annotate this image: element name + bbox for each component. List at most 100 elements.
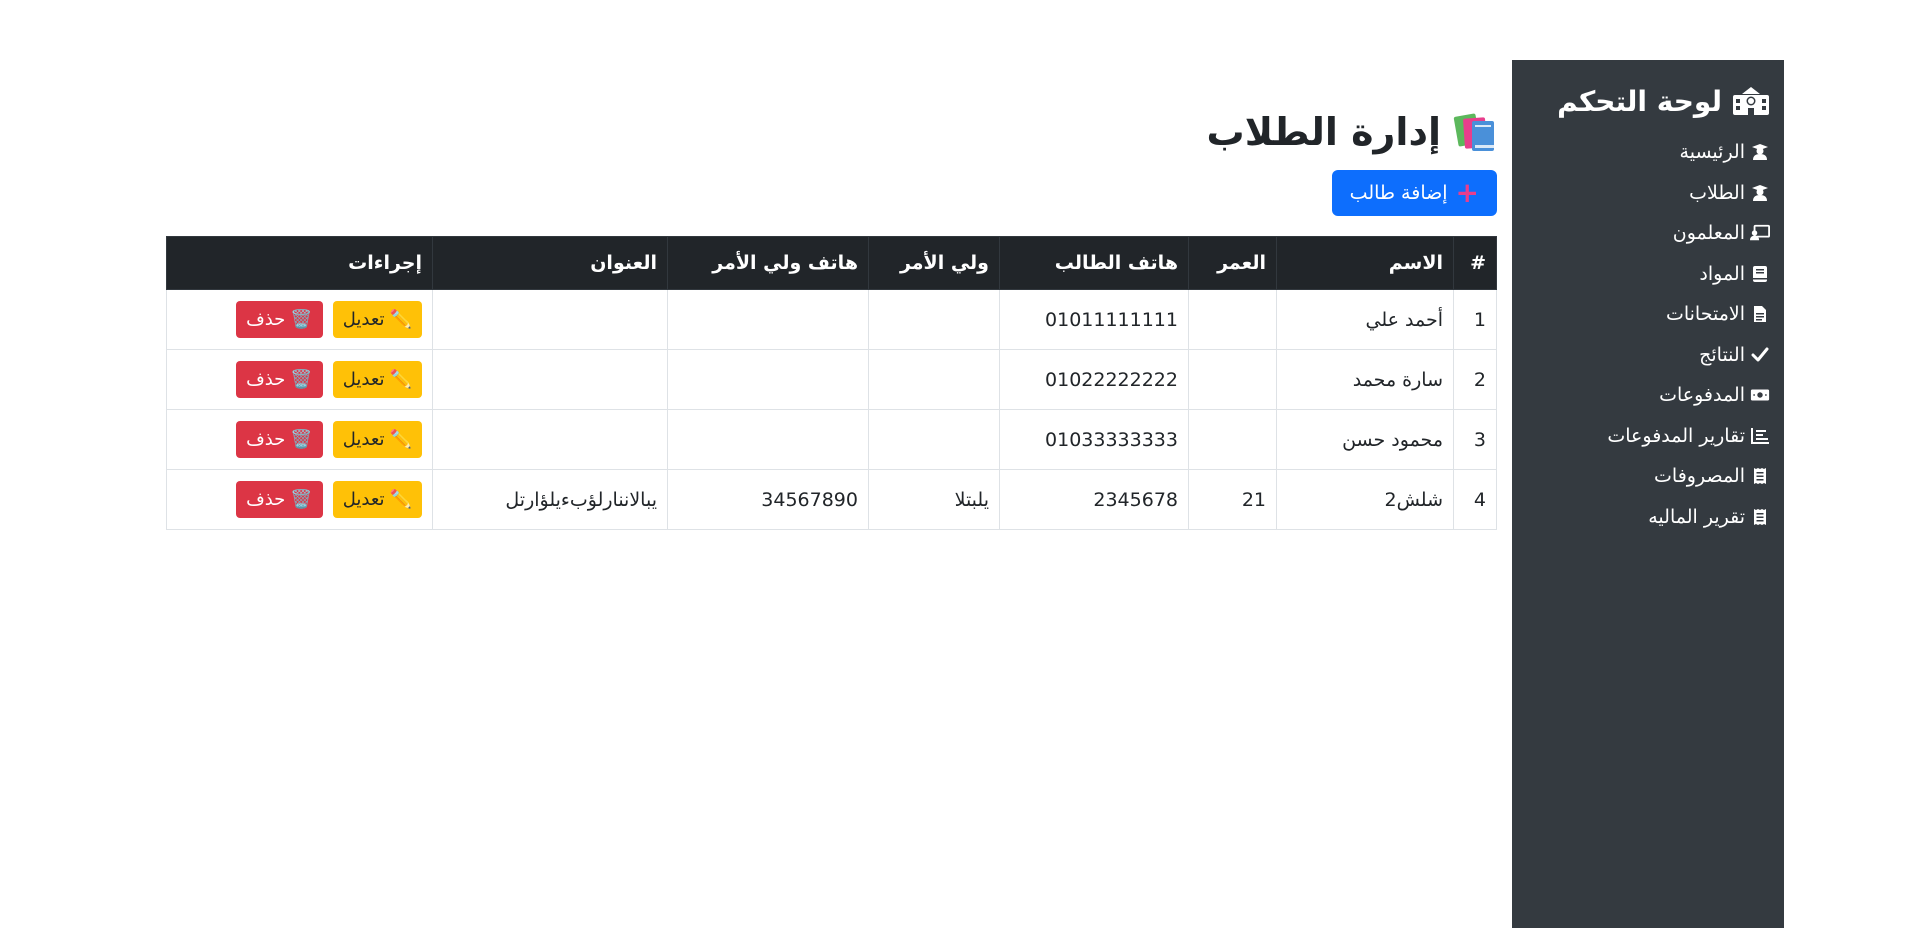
edit-button[interactable]: ✏️ تعديل <box>332 301 422 338</box>
cell-index: 4 <box>1453 469 1497 530</box>
main-content: إدارة الطلاب + إضافة طالب # الاسم العمر … <box>166 100 1497 530</box>
col-header-guardian[interactable]: ولي الأمر <box>868 236 1000 290</box>
cell-name: شلش2 <box>1276 469 1454 530</box>
pencil-icon: ✏️ <box>389 489 412 510</box>
sidebar-item-financial-report[interactable]: تقرير الماليه <box>1526 497 1770 538</box>
sidebar-item-teachers[interactable]: المعلمون <box>1526 213 1770 254</box>
cell-age <box>1188 289 1277 350</box>
delete-label: حذف <box>246 429 286 450</box>
sidebar-item-label: الامتحانات <box>1665 303 1745 326</box>
col-header-age[interactable]: العمر <box>1188 236 1277 290</box>
graduate-icon <box>1750 142 1770 162</box>
cell-name: محمود حسن <box>1276 409 1454 470</box>
trash-icon: 🗑️ <box>290 489 313 510</box>
sidebar-item-label: تقارير المدفوعات <box>1607 424 1745 447</box>
table-row: 4 شلش2 21 2345678 يلبتلا 34567890 يباﻻنن… <box>166 469 1497 530</box>
edit-button[interactable]: ✏️ تعديل <box>332 361 422 398</box>
sidebar-item-results[interactable]: النتائج <box>1526 335 1770 376</box>
check-icon <box>1750 345 1770 365</box>
trash-icon: 🗑️ <box>290 309 313 330</box>
sidebar-item-subjects[interactable]: المواد <box>1526 254 1770 295</box>
sidebar-item-payment-reports[interactable]: تقارير المدفوعات <box>1526 416 1770 457</box>
trash-icon: 🗑️ <box>290 369 313 390</box>
sidebar-item-label: المدفوعات <box>1659 384 1745 407</box>
delete-button[interactable]: 🗑️ حذف <box>236 481 323 518</box>
cell-guardian <box>868 349 1000 410</box>
page-title: إدارة الطلاب <box>166 104 1497 160</box>
cell-age <box>1188 409 1277 470</box>
col-header-guardian-phone[interactable]: هاتف ولي الأمر <box>667 236 869 290</box>
sidebar-item-expenses[interactable]: المصروفات <box>1526 456 1770 497</box>
sidebar-item-label: المعلمون <box>1672 222 1745 245</box>
money-icon <box>1750 385 1770 405</box>
sidebar-item-students[interactable]: الطلاب <box>1526 173 1770 214</box>
receipt-icon <box>1750 507 1770 527</box>
cell-address <box>432 289 668 350</box>
cell-student-phone: 01011111111 <box>999 289 1189 350</box>
delete-label: حذف <box>246 309 286 330</box>
sidebar-item-payments[interactable]: المدفوعات <box>1526 375 1770 416</box>
sidebar-item-label: تقرير الماليه <box>1648 505 1745 528</box>
sidebar-item-label: الرئيسية <box>1679 141 1745 164</box>
col-header-student-phone[interactable]: هاتف الطالب <box>999 236 1189 290</box>
trash-icon: 🗑️ <box>290 429 313 450</box>
cell-age <box>1188 349 1277 410</box>
teacher-board-icon <box>1750 223 1770 243</box>
file-icon <box>1750 304 1770 324</box>
edit-button[interactable]: ✏️ تعديل <box>332 421 422 458</box>
cell-address <box>432 349 668 410</box>
pencil-icon: ✏️ <box>389 309 412 330</box>
page: لوحة التحكم الرئيسية الطلاب المعلمون الم… <box>0 0 1920 928</box>
students-table: # الاسم العمر هاتف الطالب ولي الأمر هاتف… <box>166 236 1497 530</box>
table-row: 1 أحمد علي 01011111111 ✏️ تعديل 🗑️ حذف <box>166 289 1497 350</box>
edit-label: تعديل <box>342 369 385 390</box>
cell-student-phone: 01033333333 <box>999 409 1189 470</box>
cell-name: أحمد علي <box>1276 289 1454 350</box>
col-header-name[interactable]: الاسم <box>1276 236 1454 290</box>
table-row: 2 سارة محمد 01022222222 ✏️ تعديل 🗑️ حذف <box>166 349 1497 410</box>
sidebar-item-home[interactable]: الرئيسية <box>1526 132 1770 173</box>
books-icon <box>1453 112 1497 152</box>
delete-button[interactable]: 🗑️ حذف <box>236 301 323 338</box>
sidebar-title: لوحة التحكم <box>1526 80 1770 122</box>
cell-student-phone: 01022222222 <box>999 349 1189 410</box>
delete-label: حذف <box>246 369 286 390</box>
col-header-actions[interactable]: إجراءات <box>166 236 433 290</box>
cell-address <box>432 409 668 470</box>
graduate-icon <box>1750 183 1770 203</box>
cell-index: 1 <box>1453 289 1497 350</box>
col-header-address[interactable]: العنوان <box>432 236 668 290</box>
sidebar-nav: الرئيسية الطلاب المعلمون المواد الامتحان… <box>1526 132 1770 537</box>
cell-guardian: يلبتلا <box>868 469 1000 530</box>
add-student-label: إضافة طالب <box>1349 182 1448 204</box>
receipt-icon <box>1750 466 1770 486</box>
edit-label: تعديل <box>342 489 385 510</box>
cell-age: 21 <box>1188 469 1277 530</box>
cell-actions: ✏️ تعديل 🗑️ حذف <box>166 469 433 530</box>
cell-guardian-phone <box>667 409 869 470</box>
sidebar-item-label: الطلاب <box>1689 181 1745 204</box>
cell-index: 3 <box>1453 409 1497 470</box>
pencil-icon: ✏️ <box>389 429 412 450</box>
cell-actions: ✏️ تعديل 🗑️ حذف <box>166 409 433 470</box>
col-header-index[interactable]: # <box>1453 236 1497 290</box>
delete-button[interactable]: 🗑️ حذف <box>236 421 323 458</box>
table-header-row: # الاسم العمر هاتف الطالب ولي الأمر هاتف… <box>166 236 1497 290</box>
report-list-icon <box>1750 426 1770 446</box>
cell-guardian <box>868 409 1000 470</box>
cell-address: يباﻻننارلؤبءيلؤارتل <box>432 469 668 530</box>
add-student-button[interactable]: + إضافة طالب <box>1331 170 1497 216</box>
edit-label: تعديل <box>342 429 385 450</box>
delete-button[interactable]: 🗑️ حذف <box>236 361 323 398</box>
cell-actions: ✏️ تعديل 🗑️ حذف <box>166 349 433 410</box>
cell-guardian-phone <box>667 289 869 350</box>
cell-name: سارة محمد <box>1276 349 1454 410</box>
sidebar-item-label: المصروفات <box>1654 465 1745 488</box>
cell-actions: ✏️ تعديل 🗑️ حذف <box>166 289 433 350</box>
sidebar-item-exams[interactable]: الامتحانات <box>1526 294 1770 335</box>
cell-index: 2 <box>1453 349 1497 410</box>
cell-student-phone: 2345678 <box>999 469 1189 530</box>
pencil-icon: ✏️ <box>389 369 412 390</box>
edit-button[interactable]: ✏️ تعديل <box>332 481 422 518</box>
sidebar-item-label: النتائج <box>1699 343 1745 366</box>
